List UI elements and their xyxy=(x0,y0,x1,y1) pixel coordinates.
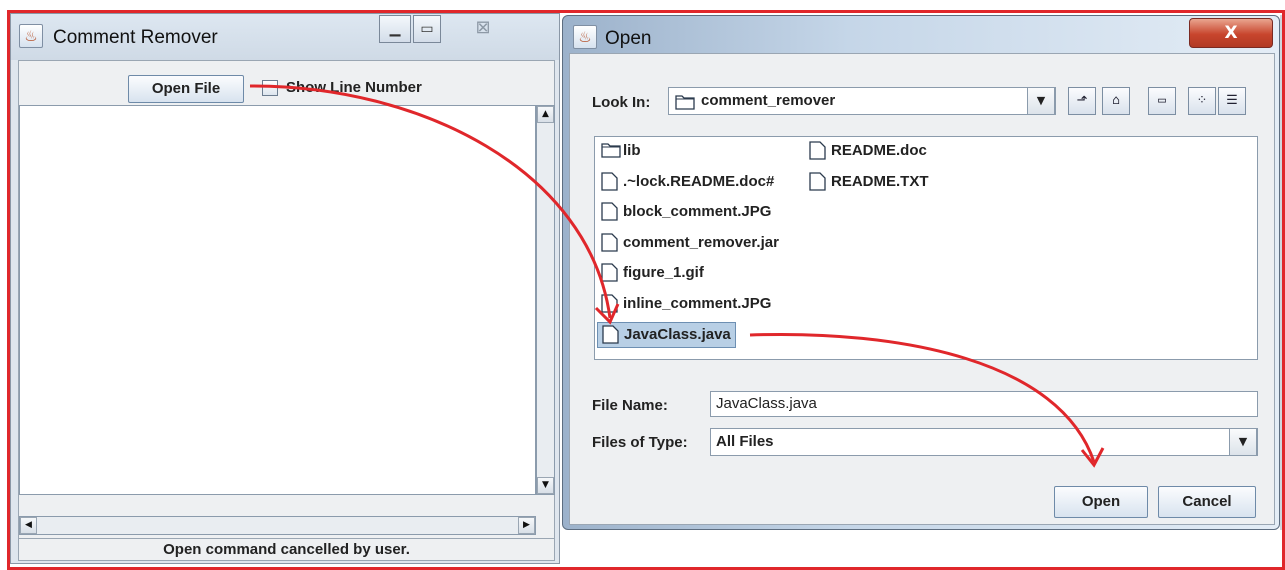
look-in-combo[interactable]: comment_remover ▼ xyxy=(668,87,1056,115)
open-dialog-body: Look In: comment_remover ▼ ⬏ ⌂ ▭ ⁘ ☰ lib… xyxy=(569,53,1275,525)
list-item[interactable]: comment_remover.jar xyxy=(597,231,783,257)
look-in-label: Look In: xyxy=(592,94,651,111)
vertical-scrollbar[interactable]: ▲ ▼ xyxy=(536,105,555,495)
open-button[interactable]: Open xyxy=(1054,486,1148,518)
java-cup-icon: ♨ xyxy=(573,25,597,49)
file-icon xyxy=(601,171,618,191)
files-of-type-label: Files of Type: xyxy=(592,434,688,451)
comment-remover-content: Open File Show Line Number ▲ ▼ ◀ ▶ Open … xyxy=(18,60,555,561)
file-list[interactable]: lib .~lock.README.doc# block_comment.JPG… xyxy=(594,136,1258,360)
show-line-number-label: Show Line Number xyxy=(286,79,422,96)
file-name-label: File Name: xyxy=(592,397,668,414)
file-icon xyxy=(601,201,618,221)
list-item[interactable]: lib xyxy=(597,139,645,165)
cancel-button[interactable]: Cancel xyxy=(1158,486,1256,518)
file-icon xyxy=(602,324,619,344)
scroll-right-icon[interactable]: ▶ xyxy=(518,517,535,534)
show-line-number-checkbox[interactable] xyxy=(262,80,278,96)
background-window-edge xyxy=(1280,15,1285,530)
file-icon xyxy=(601,293,618,313)
files-of-type-value: All Files xyxy=(716,433,774,450)
file-icon xyxy=(601,232,618,252)
open-dialog-title: Open xyxy=(605,28,652,49)
comment-remover-window: ♨ Comment Remover ▁ ▭ ⊠ Open File Show L… xyxy=(10,13,560,564)
chevron-down-icon[interactable]: ▼ xyxy=(1027,87,1055,115)
list-item[interactable]: .~lock.README.doc# xyxy=(597,170,778,196)
scroll-down-icon[interactable]: ▼ xyxy=(537,477,554,494)
minimize-icon[interactable]: ▁ xyxy=(379,15,411,43)
look-in-value: comment_remover xyxy=(701,92,836,109)
maximize-icon[interactable]: ▭ xyxy=(413,15,441,43)
close-icon[interactable]: X xyxy=(1189,18,1273,48)
list-item[interactable]: README.TXT xyxy=(805,170,933,196)
code-text-area[interactable] xyxy=(19,105,536,495)
new-folder-icon[interactable]: ▭ xyxy=(1148,87,1176,115)
folder-icon xyxy=(675,93,695,112)
files-of-type-combo[interactable]: All Files ▼ xyxy=(710,428,1258,456)
list-item[interactable]: figure_1.gif xyxy=(597,261,708,287)
folder-icon xyxy=(601,141,621,160)
list-item[interactable]: block_comment.JPG xyxy=(597,200,775,226)
open-file-button[interactable]: Open File xyxy=(128,75,244,103)
scroll-up-icon[interactable]: ▲ xyxy=(537,106,554,123)
file-icon xyxy=(809,171,826,191)
list-view-icon[interactable]: ⁘ xyxy=(1188,87,1216,115)
file-name-field[interactable]: JavaClass.java xyxy=(710,391,1258,417)
horizontal-scrollbar[interactable]: ◀ ▶ xyxy=(19,516,536,535)
file-icon xyxy=(809,140,826,160)
scroll-left-icon[interactable]: ◀ xyxy=(20,517,37,534)
list-item[interactable]: README.doc xyxy=(805,139,931,165)
java-cup-icon: ♨ xyxy=(19,24,43,48)
list-item-selected[interactable]: JavaClass.java xyxy=(597,322,736,348)
details-view-icon[interactable]: ☰ xyxy=(1218,87,1246,115)
file-icon xyxy=(601,262,618,282)
comment-remover-titlebar[interactable]: ♨ Comment Remover ▁ ▭ ⊠ xyxy=(11,14,559,60)
list-item[interactable]: inline_comment.JPG xyxy=(597,292,775,318)
close-icon[interactable]: ⊠ xyxy=(447,15,519,43)
home-icon[interactable]: ⌂ xyxy=(1102,87,1130,115)
chevron-down-icon[interactable]: ▼ xyxy=(1229,428,1257,456)
up-one-level-icon[interactable]: ⬏ xyxy=(1068,87,1096,115)
status-bar: Open command cancelled by user. xyxy=(19,538,554,560)
comment-remover-title: Comment Remover xyxy=(53,27,218,48)
open-dialog: ♨ Open X Look In: comment_remover ▼ ⬏ ⌂ … xyxy=(562,15,1280,530)
